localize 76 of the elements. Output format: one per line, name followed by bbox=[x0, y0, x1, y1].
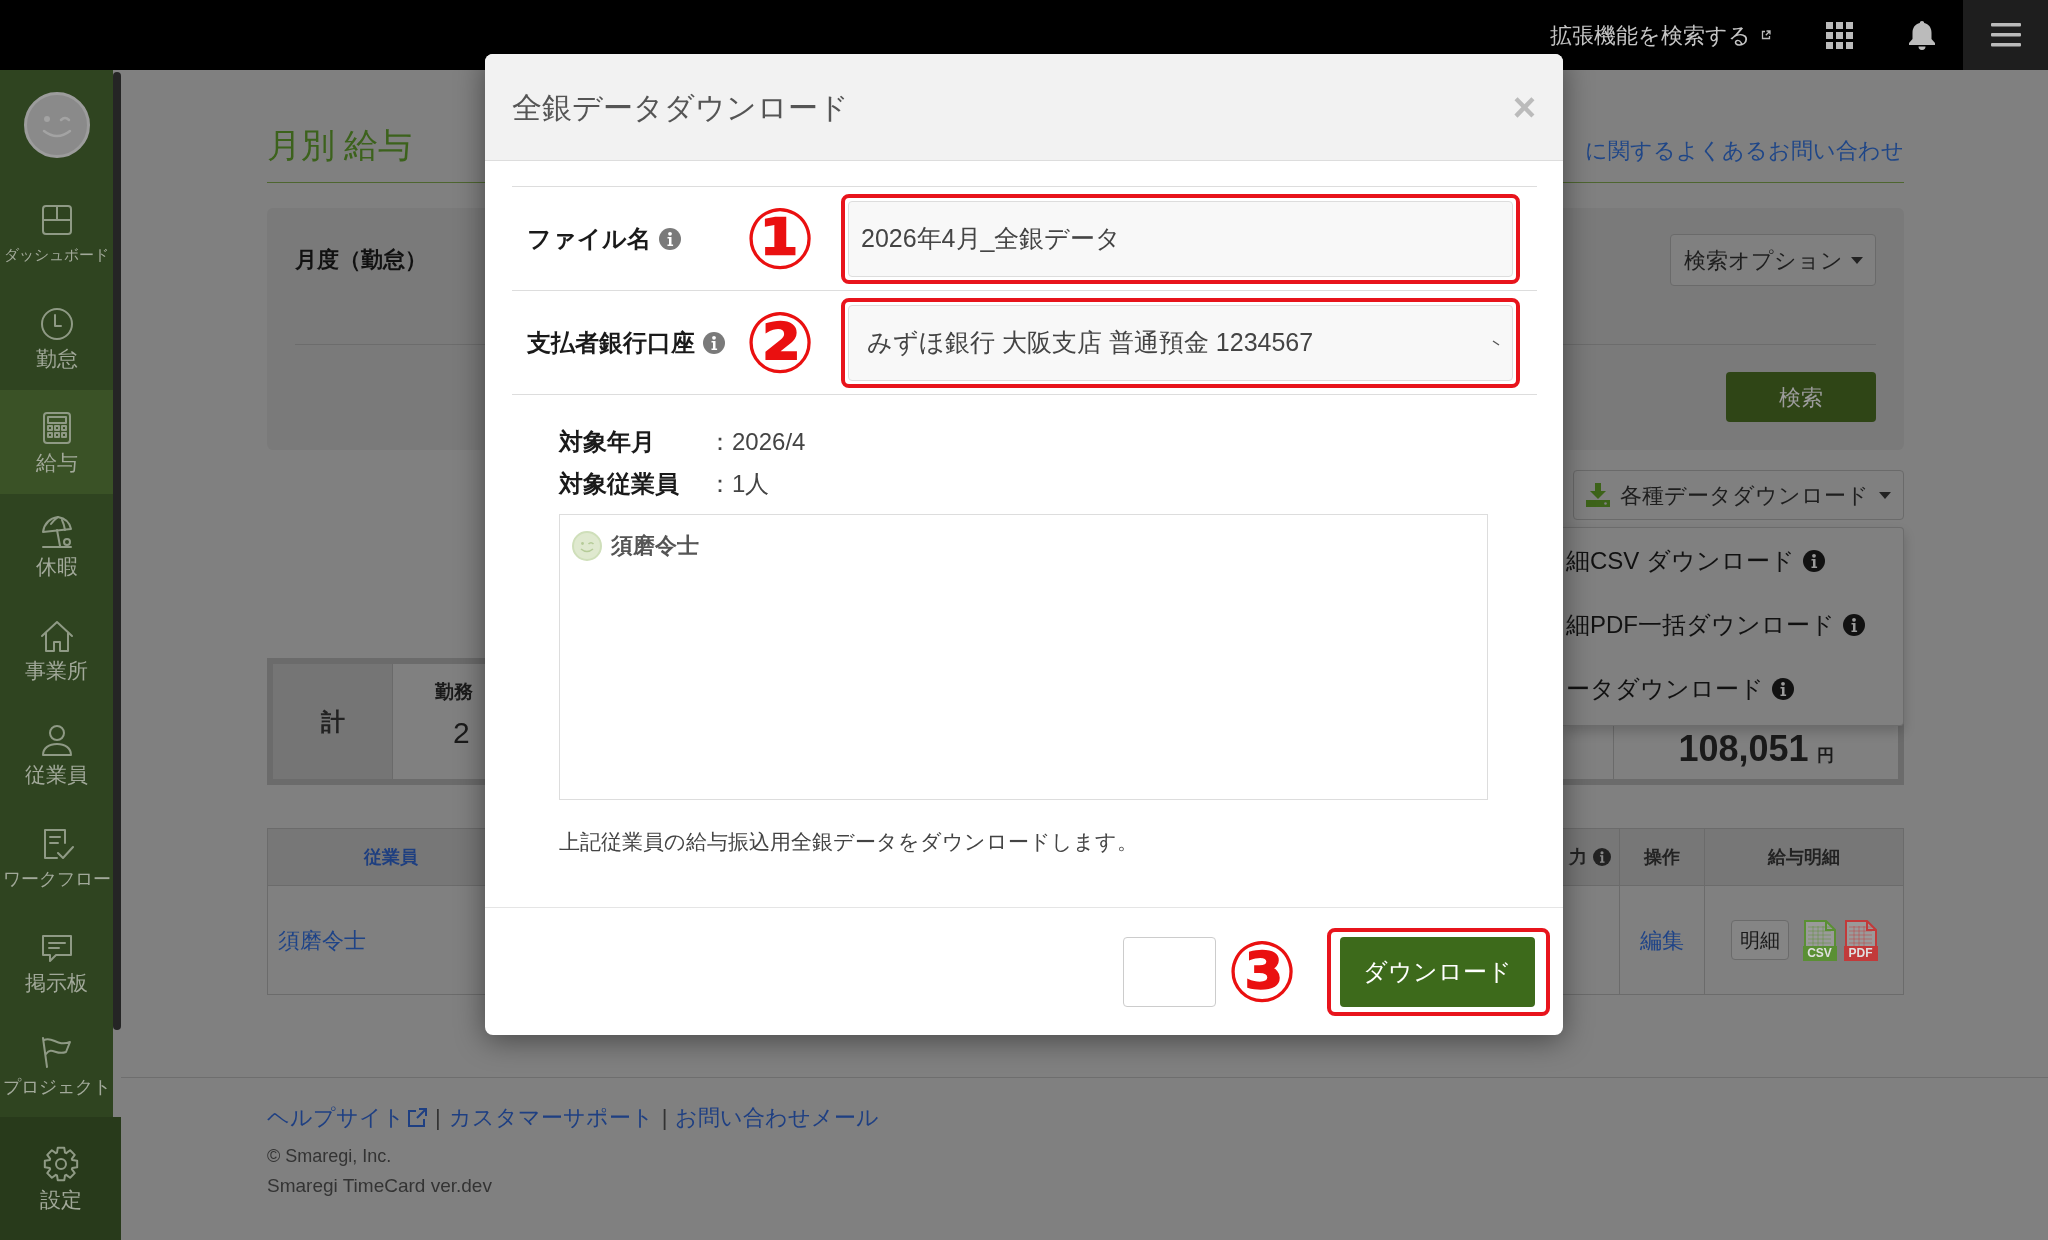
clock-icon bbox=[39, 307, 74, 341]
smiley-avatar-icon bbox=[572, 530, 602, 561]
flag-icon bbox=[39, 1035, 74, 1069]
sidebar-item[interactable]: 給与 bbox=[0, 390, 113, 494]
link-separator: | bbox=[435, 1104, 441, 1132]
faq-link[interactable]: に関するよくあるお問い合わせ bbox=[1585, 140, 1904, 162]
bell-icon[interactable] bbox=[1908, 20, 1936, 50]
chevron-icon bbox=[1492, 339, 1500, 346]
menu-item[interactable]: ータダウンロード bbox=[1563, 657, 1903, 721]
description-text: 上記従業員の給与振込用全銀データをダウンロードします。 bbox=[559, 829, 1139, 855]
footer-link[interactable]: お問い合わせメール bbox=[675, 1104, 880, 1132]
currency-unit: 円 bbox=[1816, 747, 1834, 764]
column-header: 力 bbox=[1569, 845, 1587, 869]
grid-icon bbox=[39, 203, 74, 237]
menu-icon bbox=[1990, 23, 2021, 47]
csv-download-link[interactable]: CSV bbox=[1802, 919, 1837, 961]
summary-label: 勤務 bbox=[435, 680, 474, 704]
sidebar-item[interactable]: プロジェクト bbox=[0, 1014, 113, 1118]
file-name-field[interactable]: 2026年4月_全銀データ bbox=[848, 200, 1513, 277]
employee-link[interactable]: 須磨令士 bbox=[278, 923, 366, 957]
bank-account-select[interactable]: みずほ銀行 大阪支店 普通預金 1234567 bbox=[848, 304, 1513, 381]
beach-umbrella-icon bbox=[39, 515, 74, 549]
link-separator: | bbox=[661, 1104, 668, 1132]
sidebar-item[interactable]: 従業員 bbox=[0, 702, 113, 806]
menu-button[interactable] bbox=[1963, 0, 2048, 70]
detail-label: 対象年月 bbox=[559, 427, 656, 457]
sidebar-item[interactable]: 勤怠 bbox=[0, 286, 113, 390]
caret-icon bbox=[1879, 491, 1891, 499]
detail-value: ：2026/4 bbox=[708, 427, 806, 457]
detail-label: 対象従業員 bbox=[559, 469, 680, 499]
footer-link[interactable]: ヘルプサイト bbox=[267, 1104, 427, 1132]
sidebar-item[interactable]: 事業所 bbox=[0, 598, 113, 702]
step-number-annotation: ② bbox=[743, 302, 817, 383]
apps-grid-icon[interactable] bbox=[1826, 21, 1853, 49]
step-number-annotation: ③ bbox=[1225, 931, 1299, 1012]
edit-link[interactable]: 編集 bbox=[1640, 923, 1684, 957]
person-icon bbox=[39, 723, 74, 757]
summary-value: 2 bbox=[452, 715, 471, 751]
data-download-dropdown-button[interactable]: 各種データダウンロード bbox=[1573, 470, 1904, 520]
month-label: 月度（勤怠） bbox=[295, 246, 427, 274]
total-amount: 108,051 bbox=[1678, 731, 1809, 767]
payslip-button[interactable]: 明細 bbox=[1730, 920, 1789, 960]
download-icon bbox=[1586, 483, 1610, 507]
house-icon bbox=[39, 619, 74, 653]
sidebar-item[interactable]: 休暇 bbox=[0, 494, 113, 598]
avatar-icon bbox=[23, 92, 90, 158]
search-options-button[interactable]: 検索オプション bbox=[1670, 234, 1876, 286]
gear-icon bbox=[42, 1146, 79, 1182]
external-link-icon bbox=[1761, 30, 1771, 40]
page-title: 月別 給与 bbox=[267, 128, 413, 162]
document-icon bbox=[1843, 919, 1878, 946]
column-header: 給与明細 bbox=[1768, 845, 1840, 869]
column-header: 操作 bbox=[1644, 845, 1680, 869]
field-label: 支払者銀行口座 bbox=[527, 327, 695, 358]
column-header-link[interactable]: 従業員 bbox=[364, 843, 418, 871]
employee-name: 須磨令士 bbox=[611, 532, 699, 560]
version-text: Smaregi TimeCard ver.dev bbox=[267, 1174, 493, 1198]
extension-search-link[interactable]: 拡張機能を検索する bbox=[1550, 18, 1771, 52]
settings-link[interactable]: 設定 bbox=[0, 1117, 121, 1240]
footer-link[interactable]: カスタマーサポート bbox=[448, 1104, 654, 1132]
total-label: 計 bbox=[320, 706, 345, 737]
download-button[interactable]: ダウンロード bbox=[1340, 936, 1535, 1007]
document-icon bbox=[1802, 919, 1837, 946]
sidebar-item[interactable]: ダッシュボード bbox=[0, 182, 113, 286]
copyright-text: © Smaregi, Inc. bbox=[267, 1145, 393, 1168]
sidebar-item[interactable]: ワークフロー bbox=[0, 806, 113, 910]
menu-item[interactable]: 細PDF一括ダウンロード bbox=[1563, 593, 1903, 657]
caret-icon bbox=[1850, 256, 1863, 264]
modal-title: 全銀データダウンロード bbox=[512, 89, 849, 126]
sidebar-item[interactable]: 掲示板 bbox=[0, 910, 113, 1014]
field-label: ファイル名 bbox=[527, 223, 651, 254]
detail-value: ：1人 bbox=[708, 469, 770, 499]
pdf-download-link[interactable]: PDF bbox=[1843, 919, 1878, 961]
search-button[interactable]: 検索 bbox=[1726, 372, 1876, 422]
menu-item[interactable]: 細CSV ダウンロード bbox=[1563, 529, 1903, 593]
step-number-annotation: ① bbox=[743, 198, 817, 279]
